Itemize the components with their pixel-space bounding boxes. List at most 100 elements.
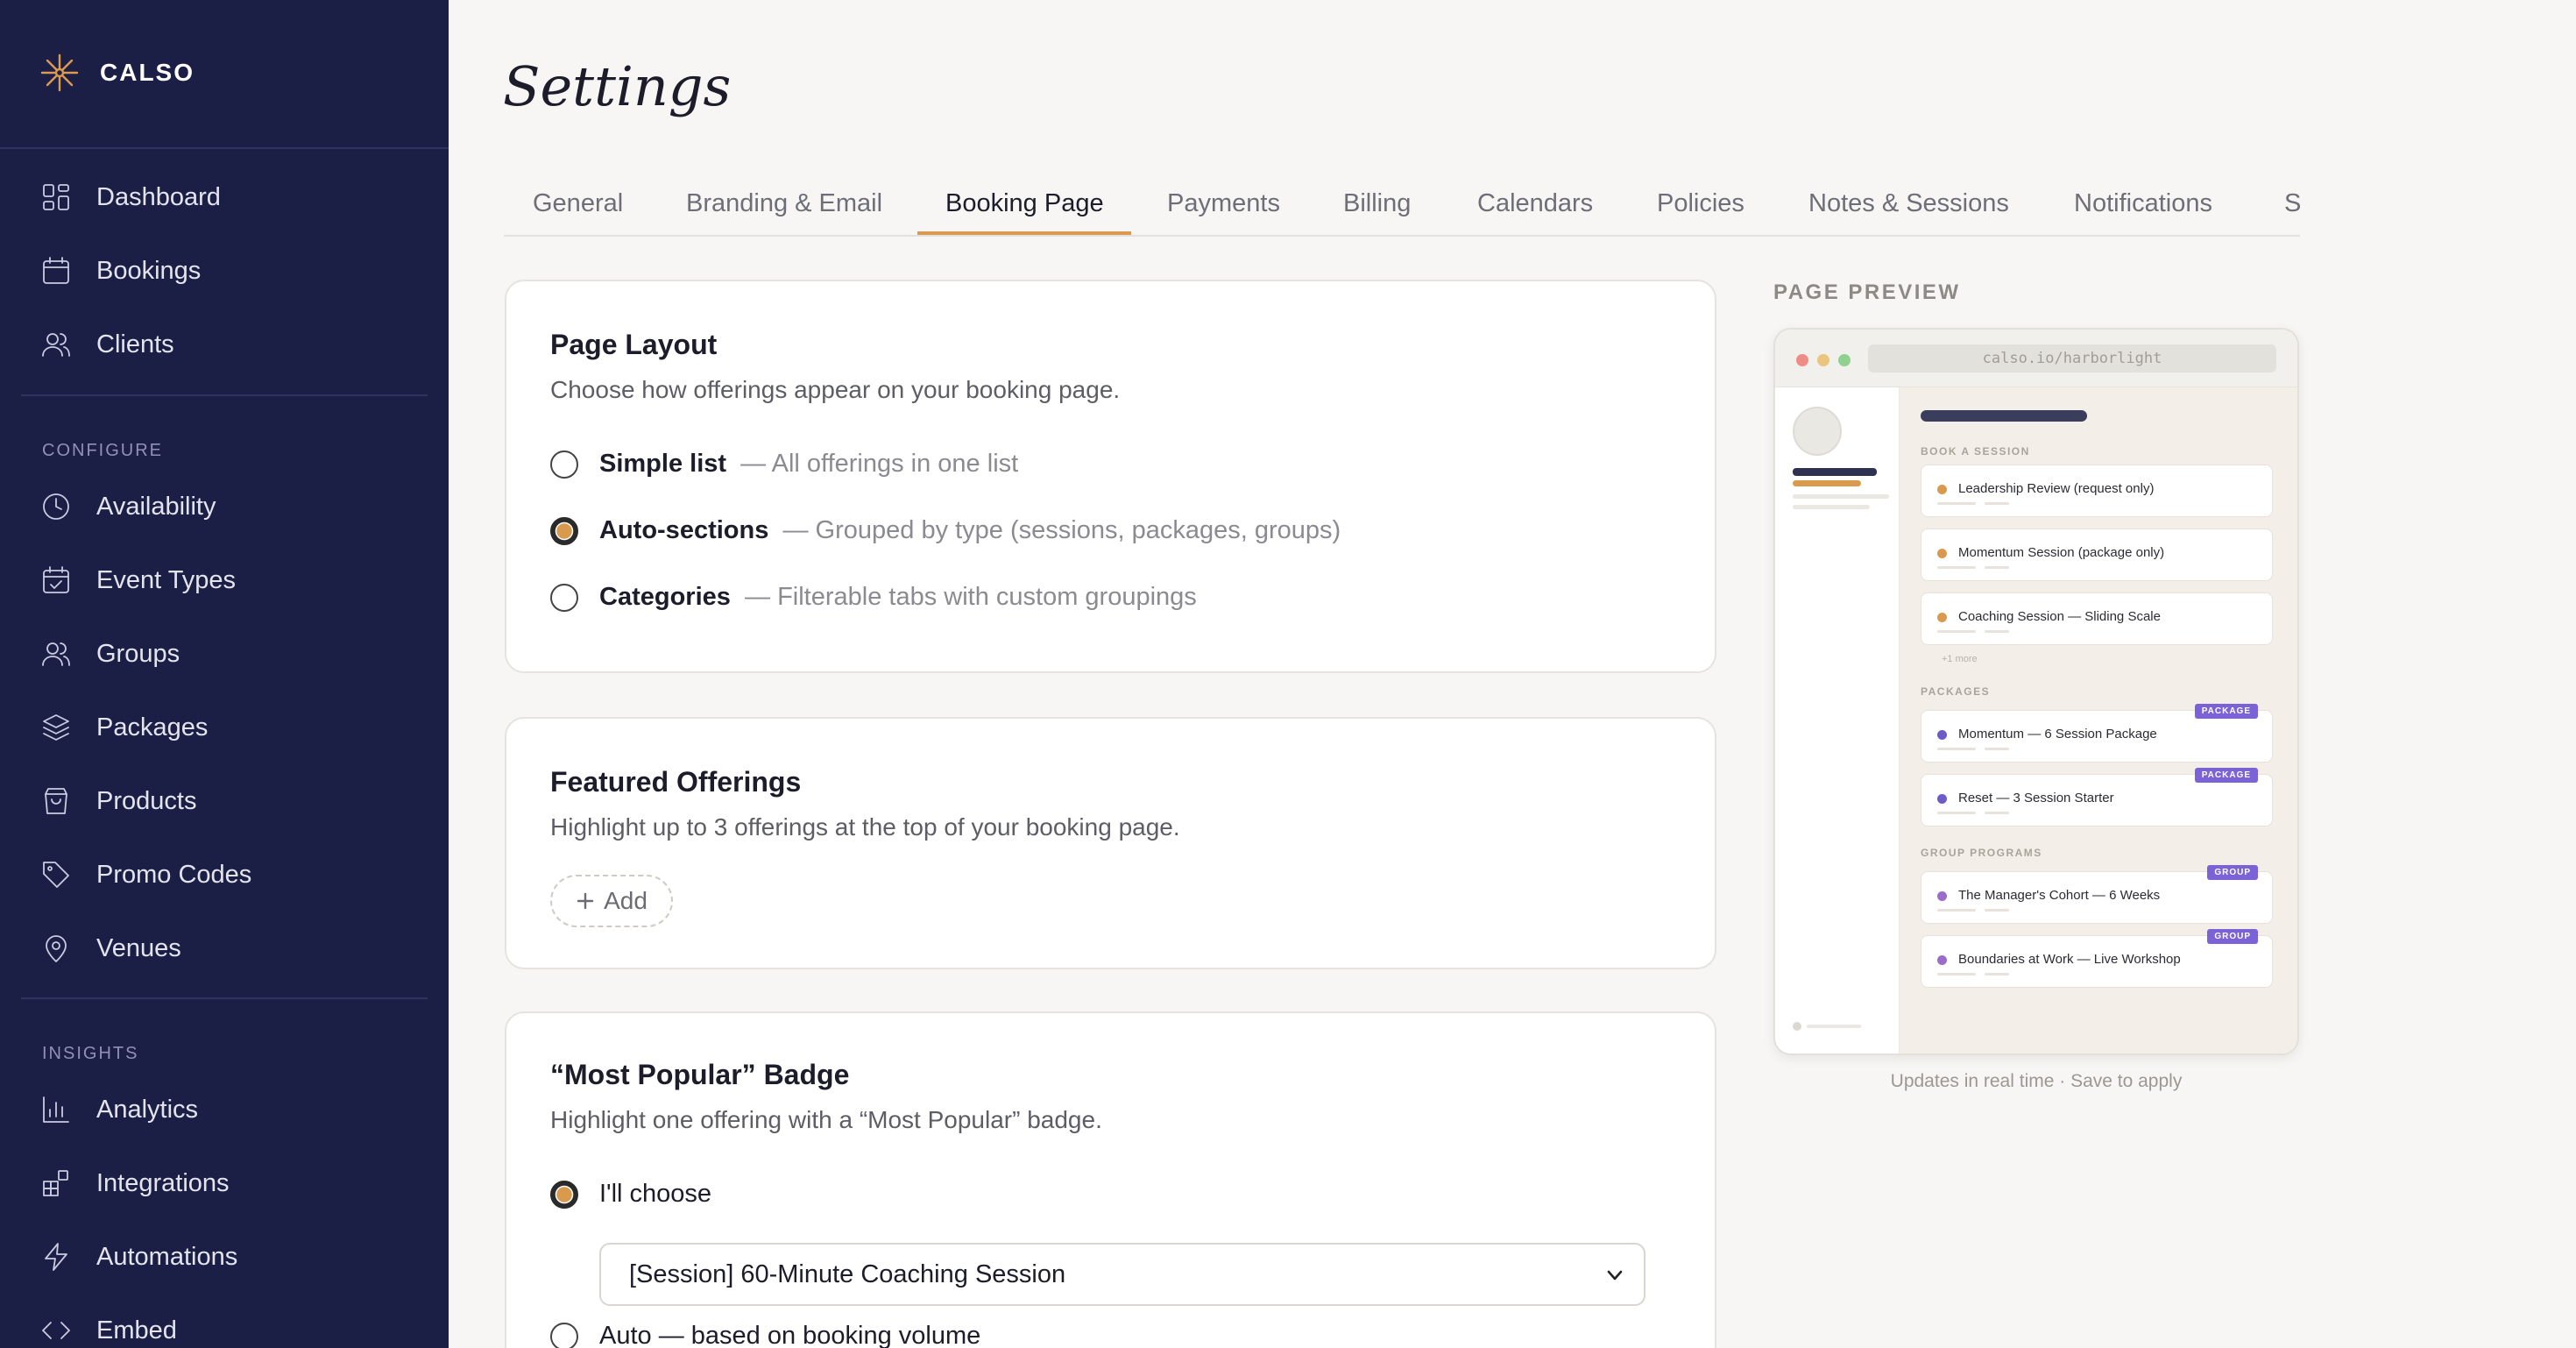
sidebar-item-label: Venues xyxy=(96,933,181,962)
users-icon xyxy=(42,333,70,357)
group-badge: GROUP xyxy=(2207,865,2258,880)
card-description: Highlight up to 3 offerings at the top o… xyxy=(550,813,1180,841)
preview-offering-card: Coaching Session — Sliding Scale xyxy=(1921,592,2273,645)
sidebar-divider xyxy=(21,997,428,999)
popular-offering-select[interactable]: [Session] 60-Minute Coaching Session xyxy=(599,1243,1645,1306)
shopping-bag-icon xyxy=(45,788,67,814)
brand-name: CALSO xyxy=(100,59,195,86)
tab-general[interactable]: General xyxy=(533,177,623,235)
map-pin-icon xyxy=(46,935,67,962)
option-hint: — Filterable tabs with custom groupings xyxy=(745,583,1197,611)
offering-meta-line xyxy=(1937,630,1976,633)
preview-url: calso.io/harborlight xyxy=(1868,344,2276,372)
option-label: Auto — based on booking volume xyxy=(599,1322,981,1348)
sidebar-item-integrations[interactable]: Integrations xyxy=(40,1161,230,1205)
lightning-icon xyxy=(45,1243,67,1271)
sidebar-section-heading: INSIGHTS xyxy=(42,1044,139,1063)
preview-footer-line xyxy=(1807,1025,1861,1028)
radio-button[interactable] xyxy=(550,450,578,479)
sidebar-item-label: Dashboard xyxy=(96,182,221,211)
tab-notes-sessions[interactable]: Notes & Sessions xyxy=(1808,177,2009,235)
sunburst-logo-icon xyxy=(40,53,79,92)
tab-booking-page[interactable]: Booking Page xyxy=(945,177,1104,235)
sidebar-item-analytics[interactable]: Analytics xyxy=(40,1088,198,1132)
settings-tabs: General Branding & Email Booking Page Pa… xyxy=(504,168,2300,237)
maximize-dot-icon xyxy=(1838,354,1851,366)
sidebar-item-label: Promo Codes xyxy=(96,860,252,889)
tab-overflow[interactable]: S xyxy=(2284,177,2300,235)
offering-meta-line xyxy=(1937,502,1976,505)
offering-meta-line xyxy=(1985,748,2009,750)
offering-dot xyxy=(1937,485,1947,494)
sidebar-item-packages[interactable]: Packages xyxy=(40,706,208,749)
radio-button[interactable] xyxy=(550,583,578,612)
radio-button-checked[interactable] xyxy=(550,1180,578,1209)
tab-notifications[interactable]: Notifications xyxy=(2074,177,2212,235)
preview-offering-card: Leadership Review (request only) xyxy=(1921,465,2273,517)
preview-sidebar xyxy=(1775,387,1900,1054)
brand[interactable]: CALSO xyxy=(39,51,195,95)
tab-calendars[interactable]: Calendars xyxy=(1477,177,1593,235)
sidebar-item-label: Embed xyxy=(96,1316,177,1344)
preview-more-link: +1 more xyxy=(1942,654,1978,664)
sidebar-item-label: Automations xyxy=(96,1242,238,1271)
sidebar-item-label: Products xyxy=(96,786,197,815)
popular-option-choose[interactable]: I'll choose xyxy=(550,1180,711,1209)
sidebar-item-products[interactable]: Products xyxy=(40,779,196,823)
preview-content: BOOK A SESSION Leadership Review (reques… xyxy=(1900,387,2297,1054)
close-dot-icon xyxy=(1796,354,1808,366)
sidebar-item-availability[interactable]: Availability xyxy=(40,485,216,529)
featured-offerings-card: Featured Offerings Highlight up to 3 off… xyxy=(505,717,1716,969)
preview-offering-card: Momentum Session (package only) xyxy=(1921,529,2273,581)
offering-name: The Manager's Cohort — 6 Weeks xyxy=(1958,888,2161,903)
card-title: Featured Offerings xyxy=(550,766,802,798)
sidebar-item-embed[interactable]: Embed xyxy=(40,1309,177,1348)
code-icon xyxy=(42,1322,70,1339)
sidebar-item-label: Event Types xyxy=(96,565,237,594)
preview-text-line xyxy=(1793,505,1870,509)
tab-policies[interactable]: Policies xyxy=(1657,177,1744,235)
group-icon xyxy=(42,642,70,666)
tab-billing[interactable]: Billing xyxy=(1343,177,1411,235)
popular-option-auto[interactable]: Auto — based on booking volume xyxy=(550,1322,980,1348)
page-title: Settings xyxy=(503,54,732,118)
most-popular-card: “Most Popular” Badge Highlight one offer… xyxy=(505,1011,1716,1348)
tab-payments[interactable]: Payments xyxy=(1167,177,1280,235)
tab-branding-email[interactable]: Branding & Email xyxy=(686,177,882,235)
sidebar-item-venues[interactable]: Venues xyxy=(40,926,181,970)
preview-package-card: PACKAGE Momentum — 6 Session Package xyxy=(1921,704,2273,763)
sidebar-item-automations[interactable]: Automations xyxy=(40,1235,237,1279)
offering-name: Leadership Review (request only) xyxy=(1958,481,2155,496)
page-layout-card: Page Layout Choose how offerings appear … xyxy=(505,280,1716,673)
sidebar-item-clients[interactable]: Clients xyxy=(40,323,174,366)
offering-name: Reset — 3 Session Starter xyxy=(1958,791,2114,805)
sidebar-item-bookings[interactable]: Bookings xyxy=(40,249,201,293)
radio-button-checked[interactable] xyxy=(550,516,578,545)
package-badge: PACKAGE xyxy=(2194,704,2258,719)
preview-section-heading: PACKAGES xyxy=(1921,685,1991,698)
offering-dot xyxy=(1937,955,1947,965)
sidebar-section-heading: CONFIGURE xyxy=(42,441,163,460)
sidebar-item-promo-codes[interactable]: Promo Codes xyxy=(40,853,251,897)
layout-option-simple-list[interactable]: Simple list — All offerings in one list xyxy=(550,450,1018,479)
offering-meta-line xyxy=(1937,566,1976,569)
radio-button[interactable] xyxy=(550,1322,578,1348)
preview-heading-bar xyxy=(1921,410,2087,422)
offering-meta-line xyxy=(1937,909,1976,912)
add-featured-button[interactable]: Add xyxy=(550,875,673,927)
preview-section-heading: GROUP PROGRAMS xyxy=(1921,847,2042,859)
sidebar-item-dashboard[interactable]: Dashboard xyxy=(40,175,221,219)
layout-option-auto-sections[interactable]: Auto-sections — Grouped by type (session… xyxy=(550,516,1341,545)
offering-dot xyxy=(1937,794,1947,804)
layout-option-categories[interactable]: Categories — Filterable tabs with custom… xyxy=(550,583,1197,612)
preview-package-card: PACKAGE Reset — 3 Session Starter xyxy=(1921,768,2273,827)
offering-meta-line xyxy=(1937,812,1976,814)
sidebar-item-groups[interactable]: Groups xyxy=(40,632,180,676)
page-preview: calso.io/harborlight BOOK A SESSION Lead… xyxy=(1773,328,2299,1055)
offering-meta-line xyxy=(1985,973,2009,976)
calendar-check-icon xyxy=(43,566,69,593)
sidebar-item-event-types[interactable]: Event Types xyxy=(40,558,236,602)
sidebar-item-label: Clients xyxy=(96,330,174,358)
card-description: Highlight one offering with a “Most Popu… xyxy=(550,1106,1102,1133)
group-badge: GROUP xyxy=(2207,929,2258,944)
